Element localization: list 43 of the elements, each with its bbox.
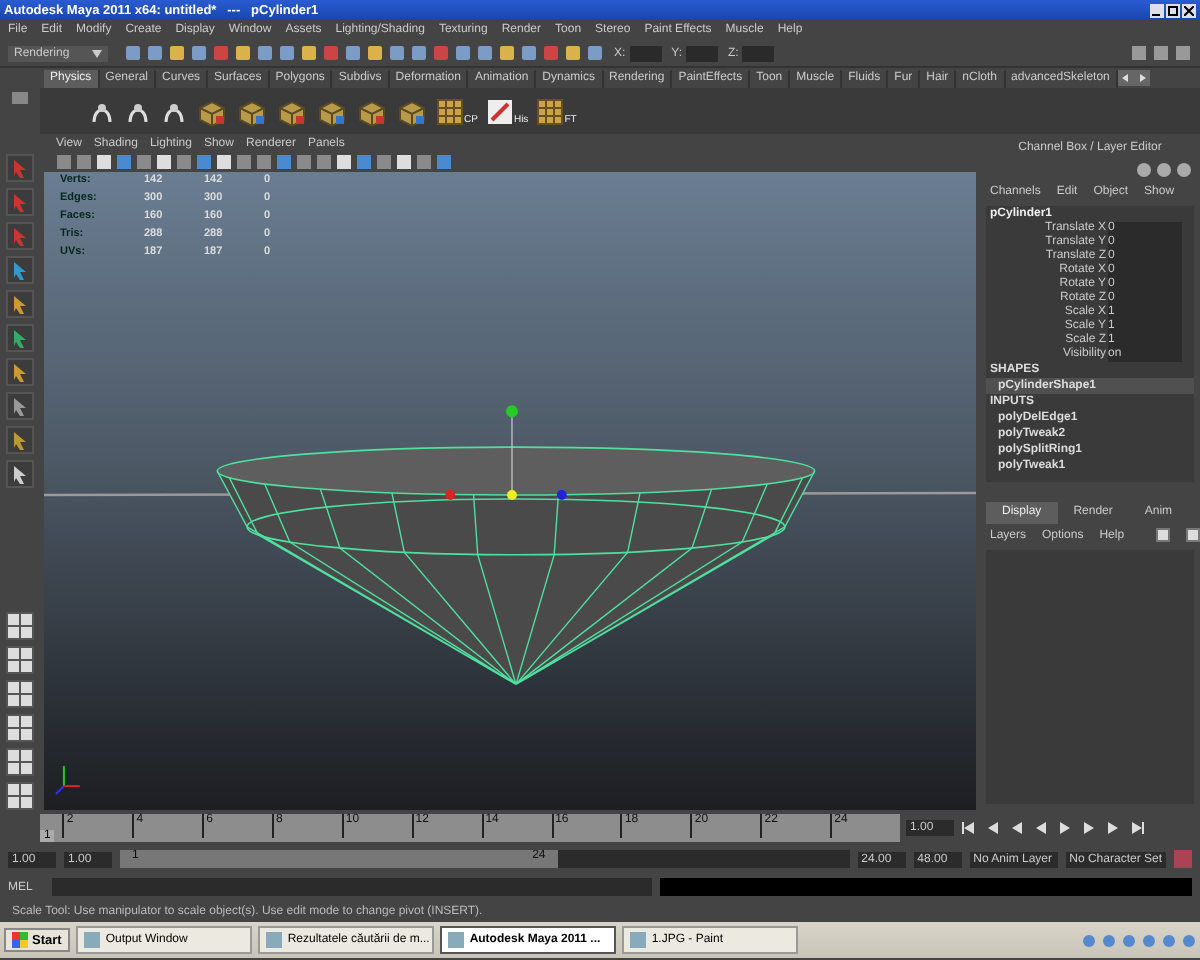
channel-box-icon[interactable] [1176,162,1192,178]
layout-icon[interactable] [6,748,34,776]
cube-tool-icon[interactable] [356,95,388,127]
cube-tool-icon[interactable] [276,95,308,127]
tool-icon[interactable] [6,392,34,420]
scale-manipulator[interactable] [445,405,567,500]
layout-icon[interactable] [6,782,34,810]
app-icon [83,932,100,948]
command-input-field[interactable] [52,878,652,896]
coordinate-field[interactable] [742,45,775,61]
tool-icon[interactable] [6,358,34,386]
layout-icon[interactable] [6,714,34,742]
axis-indicator [54,765,81,796]
tool-icon[interactable] [6,324,34,352]
layer-icon[interactable] [1186,528,1200,542]
minimize-button[interactable] [1150,3,1164,17]
tool-icon[interactable] [6,256,34,284]
app-icon [629,932,646,948]
layout-icon[interactable] [6,612,34,640]
layout-icon[interactable] [6,680,34,708]
cube-tool-icon[interactable] [196,95,228,127]
close-icon [1184,5,1194,15]
coordinate-field[interactable] [686,45,719,61]
cube-tool-icon[interactable] [236,95,268,127]
diamond-mesh[interactable] [216,446,816,686]
cube-tool-icon[interactable] [316,95,348,127]
cube-tool-icon[interactable] [396,95,428,127]
playback-button-icon[interactable] [1128,819,1146,835]
windows-logo-icon [12,932,28,948]
app-icon [265,932,282,948]
maximize-icon [1168,5,1178,15]
channel-box-icon[interactable] [1136,162,1152,178]
app-icon [447,932,464,948]
caret-icon [92,49,102,57]
maximize-button[interactable] [1166,3,1180,17]
tool-icon[interactable] [6,460,34,488]
layout-icon[interactable] [6,646,34,674]
tool-icon[interactable] [6,426,34,454]
coordinate-field[interactable] [629,45,662,61]
playback-button-icon[interactable] [960,819,978,835]
tool-icon[interactable] [6,290,34,318]
channel-box-icon[interactable] [1156,162,1172,178]
close-button[interactable] [1182,3,1196,17]
